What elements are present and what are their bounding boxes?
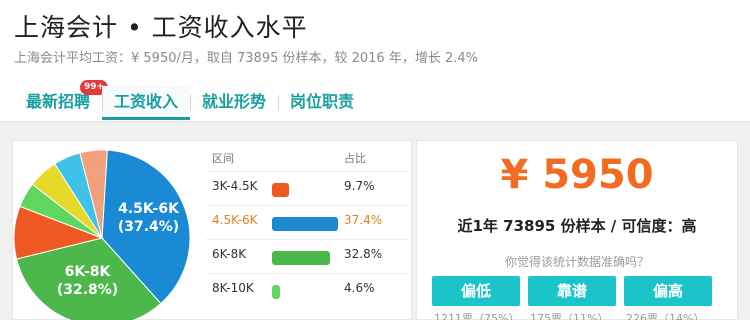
tab-duties[interactable]: 岗位职责 bbox=[278, 86, 366, 120]
page-title: 上海会计 • 工资收入水平 bbox=[14, 13, 308, 42]
percent-value: 32.8% bbox=[344, 247, 383, 261]
tab-employment[interactable]: 就业形势 bbox=[190, 86, 278, 120]
percent-bar bbox=[272, 217, 338, 231]
range-label: 6K-8K bbox=[212, 247, 247, 261]
distribution-row[interactable]: 6K-8K 32.8% bbox=[206, 239, 408, 269]
vote-low-button[interactable]: 偏低 bbox=[432, 276, 520, 306]
sample-info: 近1年 73895 份样本 / 可信度：高 bbox=[457, 217, 697, 235]
range-label: 4.5K-6K bbox=[212, 213, 258, 227]
tab-label: 最新招聘 bbox=[26, 92, 91, 111]
vote-low-count: 1211票（75%） bbox=[434, 312, 520, 320]
vote-high-count: 226票（14%） bbox=[626, 312, 705, 320]
distribution-row[interactable]: 3K-4.5K 9.7% bbox=[206, 171, 408, 201]
tab-label: 工资收入 bbox=[114, 92, 179, 111]
distribution-row[interactable]: 4.5K-6K 37.4% bbox=[206, 205, 408, 235]
tab-bar: 最新招聘 99+ 工资收入 就业形势 岗位职责 bbox=[14, 80, 366, 122]
vote-accurate-count: 175票（11%） bbox=[530, 312, 609, 320]
page-subtitle: 上海会计平均工资：¥ 5950/月，取自 73895 份样本，较 2016 年，… bbox=[14, 51, 478, 66]
percent-value: 4.6% bbox=[344, 281, 375, 295]
percent-column-header: 占比 bbox=[344, 152, 366, 165]
range-column-header: 区间 bbox=[212, 152, 234, 165]
range-label: 8K-10K bbox=[212, 281, 254, 295]
percent-bar bbox=[272, 251, 330, 265]
percent-bar bbox=[272, 285, 281, 299]
range-label: 3K-4.5K bbox=[212, 179, 258, 193]
percent-value: 37.4% bbox=[344, 213, 383, 227]
tab-latest-jobs[interactable]: 最新招聘 99+ bbox=[14, 80, 109, 120]
tab-label: 就业形势 bbox=[202, 92, 267, 111]
salary-pie-chart: 4.5K-6K (37.4%)6K-8K (32.8%) bbox=[14, 149, 191, 320]
percent-value: 9.7% bbox=[344, 179, 375, 193]
average-salary: ¥ 5950 bbox=[500, 152, 654, 198]
percent-bar bbox=[272, 183, 290, 197]
distribution-row[interactable]: 8K-10K 4.6% bbox=[206, 273, 408, 303]
tab-label: 岗位职责 bbox=[290, 92, 355, 111]
accuracy-question: 你觉得该统计数据准确吗？ bbox=[504, 255, 649, 269]
tab-salary[interactable]: 工资收入 bbox=[102, 86, 191, 120]
vote-accurate-button[interactable]: 靠谱 bbox=[528, 276, 616, 306]
vote-high-button[interactable]: 偏高 bbox=[624, 276, 712, 306]
